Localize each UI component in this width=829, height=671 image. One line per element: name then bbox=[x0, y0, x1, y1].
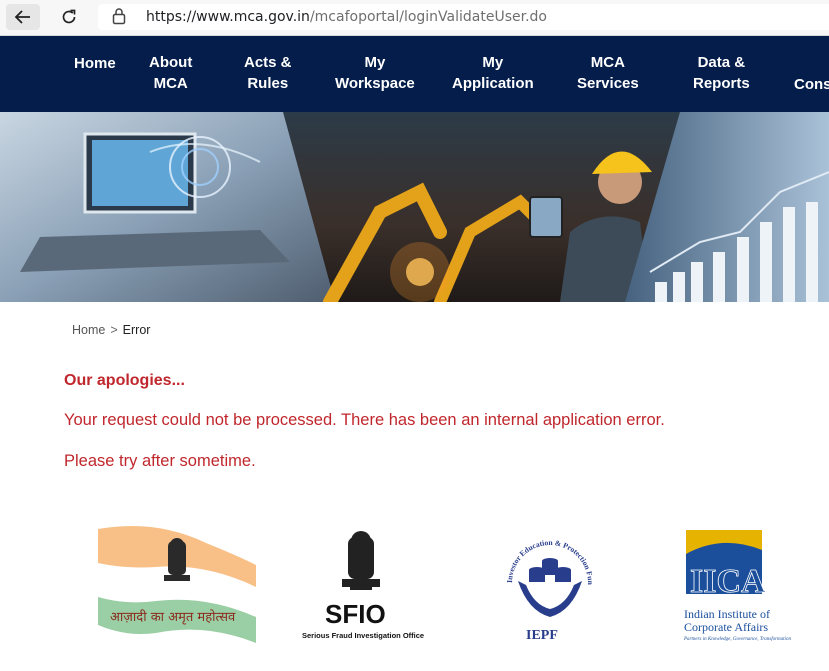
azadi-logo-text: आज़ादी का अमृत महोत्सव bbox=[110, 609, 236, 625]
back-button[interactable] bbox=[6, 4, 40, 30]
sfio-subtitle: Serious Fraud Investigation Office bbox=[302, 631, 424, 640]
reload-icon bbox=[62, 9, 76, 24]
nav-mca-services[interactable]: MCA Services bbox=[577, 52, 639, 94]
error-message: Your request could not be processed. The… bbox=[64, 411, 665, 429]
nav-home[interactable]: Home bbox=[74, 53, 116, 74]
partner-logos: आज़ादी का अमृत महोत्सव SFIO Serious Frau… bbox=[0, 520, 829, 671]
coins-in-hands-icon bbox=[518, 558, 582, 617]
arrow-left-icon bbox=[14, 10, 30, 24]
sfio-title: SFIO bbox=[325, 599, 386, 629]
iepf-ring-text: Investor Education & Protection Fund Aut… bbox=[500, 525, 595, 586]
nav-my-application[interactable]: My Application bbox=[452, 52, 534, 94]
breadcrumb-current: Error bbox=[122, 323, 151, 337]
reload-button[interactable] bbox=[52, 4, 86, 30]
main-navigation: Home About MCA Acts & Rules My Workspace… bbox=[0, 36, 829, 112]
iica-logo[interactable]: IICA Indian Institute of Corporate Affai… bbox=[682, 530, 804, 642]
nav-my-workspace[interactable]: My Workspace bbox=[335, 52, 415, 94]
iica-title: IICA bbox=[690, 563, 766, 600]
hero-banner bbox=[0, 112, 829, 302]
nav-consultation[interactable]: Cons bbox=[794, 74, 829, 95]
breadcrumb-home[interactable]: Home bbox=[72, 323, 105, 337]
address-bar[interactable]: https://www.mca.gov.in/mcafoportal/login… bbox=[98, 4, 829, 30]
error-title: Our apologies... bbox=[64, 372, 185, 389]
url-text: https://www.mca.gov.in/mcafoportal/login… bbox=[146, 9, 547, 25]
banner-illustration bbox=[0, 112, 829, 302]
iica-tagline: Partners in Knowledge, Governance, Trans… bbox=[683, 637, 791, 642]
svg-text:Investor Education & Protectio: Investor Education & Protection Fund Aut… bbox=[500, 525, 595, 586]
iepf-title: IEPF bbox=[526, 628, 558, 643]
nav-data-reports[interactable]: Data & Reports bbox=[693, 52, 750, 94]
iica-line1: Indian Institute of bbox=[684, 607, 770, 621]
iica-line2: Corporate Affairs bbox=[684, 620, 768, 634]
state-emblem-icon bbox=[342, 531, 380, 590]
error-retry-message: Please try after sometime. bbox=[64, 452, 256, 470]
nav-about-mca[interactable]: About MCA bbox=[149, 52, 192, 94]
nav-acts-rules[interactable]: Acts & Rules bbox=[244, 52, 292, 94]
iepf-logo[interactable]: Investor Education & Protection Fund Aut… bbox=[500, 525, 600, 645]
azadi-ka-amrit-mahotsav-logo[interactable]: आज़ादी का अमृत महोत्सव bbox=[96, 525, 258, 643]
breadcrumb-separator: > bbox=[110, 323, 118, 337]
sfio-logo[interactable]: SFIO Serious Fraud Investigation Office bbox=[300, 527, 430, 643]
breadcrumb: Home > Error bbox=[72, 323, 150, 337]
lock-icon[interactable] bbox=[112, 7, 126, 25]
browser-toolbar: https://www.mca.gov.in/mcafoportal/login… bbox=[0, 0, 829, 36]
